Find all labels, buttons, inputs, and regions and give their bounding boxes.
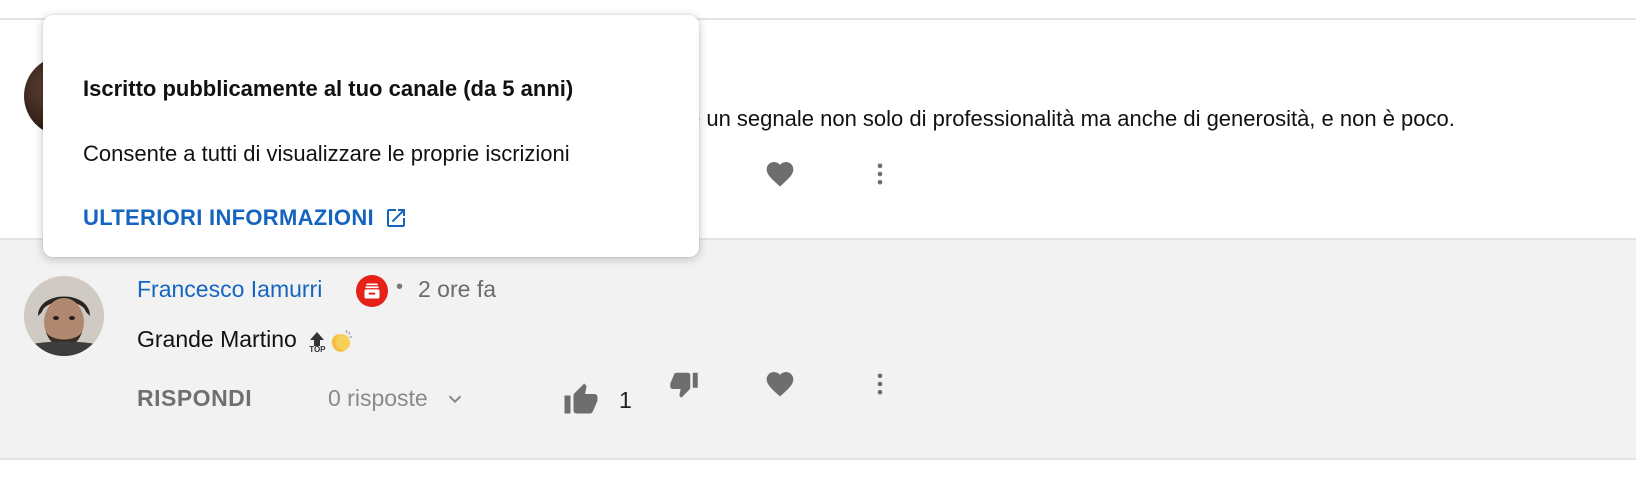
external-link-icon bbox=[386, 209, 405, 227]
reply-button[interactable]: RISPONDI bbox=[137, 385, 252, 412]
popup-title: Iscritto pubblicamente al tuo canale (da… bbox=[83, 76, 574, 101]
divider bbox=[0, 458, 1636, 460]
more-vert-icon bbox=[877, 163, 883, 185]
subscription-badge-icon bbox=[364, 283, 380, 299]
replies-count: 0 risposte bbox=[328, 385, 428, 411]
chevron-down-icon bbox=[448, 395, 461, 403]
like-count: 1 bbox=[619, 386, 632, 413]
like-button[interactable]: 1 bbox=[563, 382, 632, 418]
separator: • bbox=[396, 276, 404, 298]
dislike-button[interactable] bbox=[664, 364, 704, 404]
heart-icon bbox=[766, 162, 794, 187]
learn-more-label: ULTERIORI INFORMAZIONI bbox=[83, 205, 374, 230]
thumb-up-icon bbox=[564, 383, 598, 414]
subscriber-info-popup: Iscritto pubblicamente al tuo canale (da… bbox=[43, 15, 699, 257]
clapping-hands-emoji bbox=[331, 329, 352, 352]
top-arrow-emoji: TOP bbox=[309, 331, 326, 354]
replies-toggle[interactable]: 0 risposte bbox=[328, 385, 466, 412]
heart-button[interactable] bbox=[760, 364, 800, 404]
comment-text: Grande Martino bbox=[137, 326, 297, 352]
comment-author[interactable]: Francesco Iamurri bbox=[137, 276, 322, 303]
avatar-image bbox=[24, 276, 104, 356]
comment-text: è un segnale non solo di professionalità… bbox=[688, 106, 1455, 131]
emoji-group: TOP bbox=[309, 328, 353, 354]
more-options-button[interactable] bbox=[860, 154, 900, 194]
popup-description: Consente a tutti di visualizzare le prop… bbox=[83, 141, 570, 166]
avatar[interactable] bbox=[24, 276, 104, 356]
comment-body: Grande Martino TOP bbox=[137, 326, 354, 354]
heart-button[interactable] bbox=[760, 154, 800, 194]
more-vert-icon bbox=[877, 373, 883, 395]
thumb-down-icon bbox=[670, 372, 698, 398]
subscription-badge[interactable] bbox=[356, 275, 388, 307]
learn-more-link[interactable]: ULTERIORI INFORMAZIONI bbox=[83, 205, 408, 231]
comments-section: è un segnale non solo di professionalità… bbox=[0, 0, 1636, 478]
heart-icon bbox=[766, 372, 794, 397]
more-options-button[interactable] bbox=[860, 364, 900, 404]
comment-timestamp[interactable]: 2 ore fa bbox=[418, 276, 496, 303]
